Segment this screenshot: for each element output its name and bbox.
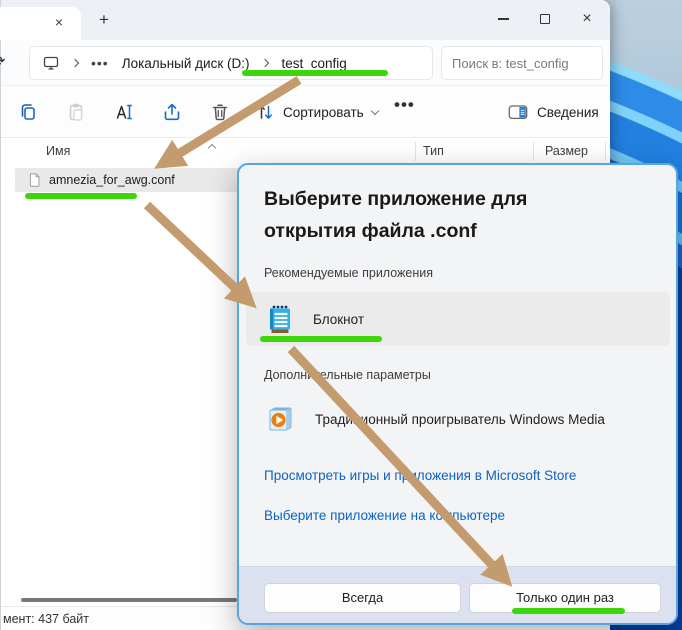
tab-close-icon[interactable]: × bbox=[50, 14, 68, 32]
store-link[interactable]: Просмотреть игры и приложения в Microsof… bbox=[264, 468, 576, 483]
app-label-notepad: Блокнот bbox=[313, 312, 364, 327]
maximize-button[interactable] bbox=[528, 5, 562, 33]
share-icon[interactable] bbox=[161, 101, 183, 123]
minimize-button[interactable] bbox=[486, 5, 520, 33]
this-pc-icon bbox=[43, 56, 59, 70]
chevron-right-icon bbox=[71, 59, 79, 67]
document-icon bbox=[28, 172, 41, 188]
sort-button[interactable]: Сортировать bbox=[255, 99, 378, 125]
sort-ascending-icon bbox=[208, 144, 216, 152]
status-text: мент: 437 байт bbox=[3, 612, 89, 626]
highlight-underline-notepad bbox=[260, 336, 382, 342]
search-input[interactable] bbox=[452, 56, 592, 71]
sort-arrows-icon bbox=[255, 102, 275, 122]
breadcrumb-drive[interactable]: Локальный диск (D:) bbox=[122, 56, 250, 71]
notepad-icon bbox=[266, 304, 293, 335]
column-divider[interactable] bbox=[415, 142, 416, 161]
recommended-apps-label: Рекомендуемые приложения bbox=[264, 266, 433, 280]
column-headers: Имя Тип Размер bbox=[1, 138, 610, 166]
rename-icon[interactable] bbox=[113, 101, 135, 123]
details-pane-icon bbox=[507, 102, 529, 122]
explorer-tab[interactable]: × bbox=[0, 7, 81, 40]
close-button[interactable]: × bbox=[570, 5, 604, 33]
see-more-button[interactable]: ••• bbox=[394, 95, 415, 115]
column-header-size[interactable]: Размер bbox=[545, 144, 588, 158]
highlight-underline-breadcrumb bbox=[242, 70, 388, 76]
dialog-footer: Всегда Только один раз bbox=[239, 566, 676, 623]
wmp-icon bbox=[266, 405, 295, 434]
dialog-title: Выберите приложение для открытия файла .… bbox=[264, 184, 609, 247]
open-with-dialog: Выберите приложение для открытия файла .… bbox=[237, 163, 678, 625]
breadcrumb-overflow-icon[interactable]: ••• bbox=[91, 55, 109, 71]
column-divider[interactable] bbox=[605, 142, 606, 161]
sort-label: Сортировать bbox=[283, 105, 364, 120]
tab-bar: × + × bbox=[1, 0, 610, 40]
breadcrumb-folder[interactable]: test_config bbox=[281, 56, 346, 71]
browse-app-link[interactable]: Выберите приложение на компьютере bbox=[264, 508, 505, 523]
refresh-icon[interactable]: ⟳ bbox=[0, 52, 6, 70]
address-row: ⟳ ••• Локальный диск (D:) test_config bbox=[1, 40, 610, 86]
delete-icon[interactable] bbox=[209, 101, 231, 123]
column-divider[interactable] bbox=[533, 142, 534, 161]
chevron-down-icon bbox=[370, 106, 378, 114]
always-button[interactable]: Всегда bbox=[264, 583, 461, 613]
horizontal-scrollbar[interactable] bbox=[21, 598, 237, 602]
new-tab-button[interactable]: + bbox=[93, 9, 115, 31]
column-header-type[interactable]: Тип bbox=[423, 144, 444, 158]
details-label: Сведения bbox=[537, 105, 599, 120]
search-box[interactable] bbox=[441, 46, 603, 80]
chevron-right-icon bbox=[261, 59, 269, 67]
copy-icon[interactable] bbox=[17, 101, 39, 123]
column-header-name[interactable]: Имя bbox=[46, 144, 70, 158]
file-name[interactable]: amnezia_for_awg.conf bbox=[49, 173, 175, 187]
highlight-underline-once-button bbox=[512, 608, 625, 614]
app-option-wmp[interactable]: Традиционный проигрыватель Windows Media bbox=[246, 394, 670, 444]
maximize-icon bbox=[540, 14, 550, 24]
app-label-wmp: Традиционный проигрыватель Windows Media bbox=[315, 412, 605, 427]
details-pane-button[interactable]: Сведения bbox=[507, 99, 599, 125]
more-options-label: Дополнительные параметры bbox=[264, 368, 431, 382]
highlight-underline-file bbox=[25, 193, 137, 199]
minimize-icon bbox=[498, 18, 509, 20]
paste-icon[interactable] bbox=[65, 101, 87, 123]
command-toolbar: Сортировать ••• Сведения bbox=[1, 87, 610, 138]
